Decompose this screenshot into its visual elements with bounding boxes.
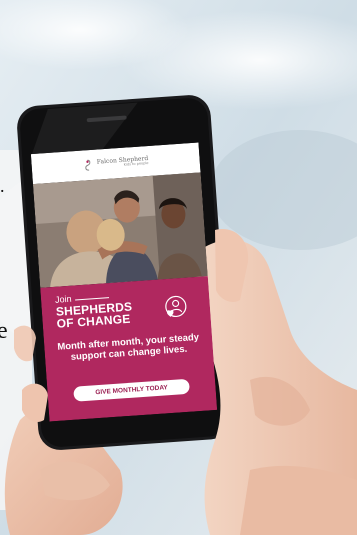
phone-screen: Falcon Shepherd Kids to people Join SHEP… — [30, 142, 218, 422]
headline-line-2: OF CHANGE — [56, 311, 131, 331]
logo-wordmark: Falcon Shepherd Kids to people — [97, 155, 149, 169]
join-underline — [75, 297, 110, 301]
person-heart-icon — [165, 295, 187, 318]
hero-photo — [32, 172, 208, 288]
campaign-headline: SHEPHERDS OF CHANGE — [55, 300, 133, 331]
page-edge-dot: . — [0, 176, 5, 196]
give-monthly-button[interactable]: GIVE MONTHLY TODAY — [73, 378, 190, 402]
promo-panel: Join SHEPHERDS OF CHANGE Month after mon… — [40, 276, 218, 422]
logo-tagline: Kids to people — [123, 161, 149, 167]
page-edge-letter: e — [0, 318, 8, 344]
campaign-tagline: Month after month, your steady support c… — [57, 331, 200, 363]
shepherd-logo-icon — [85, 159, 91, 171]
